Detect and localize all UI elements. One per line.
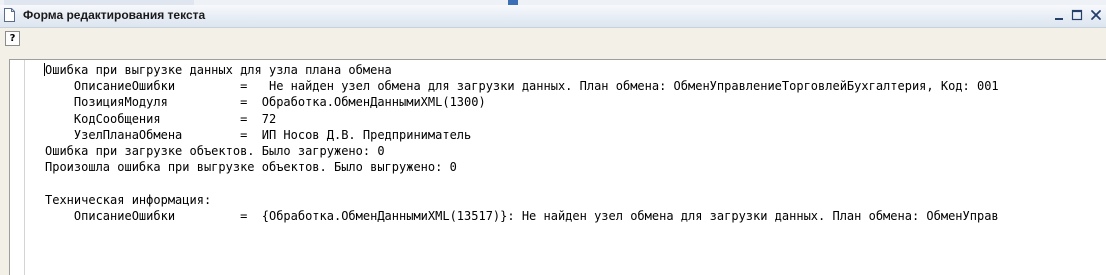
document-icon — [4, 8, 15, 22]
editor-gutter — [10, 60, 25, 275]
text-line: Произошла ошибка при выгрузке объектов. … — [45, 160, 457, 175]
text-line: КодСообщения = 72 — [45, 111, 277, 126]
text-line — [45, 175, 1106, 191]
text-editor[interactable]: Ошибка при выгрузке данных для узла план… — [9, 59, 1106, 275]
maximize-icon — [1071, 9, 1083, 21]
text-edit-window: Форма редактирования текста ? Ошибка при… — [0, 5, 1106, 275]
text-line: ОписаниеОшибки = {Обработка.ОбменДанными… — [45, 208, 999, 223]
text-line: Техническая информация: — [45, 192, 212, 207]
toolbar: ? — [0, 28, 1106, 52]
text-line: Ошибка при загрузке объектов. Было загру… — [45, 143, 385, 158]
close-icon — [1091, 10, 1101, 20]
close-button[interactable] — [1088, 7, 1104, 23]
minimize-icon — [1055, 18, 1063, 20]
editor-text-area[interactable]: Ошибка при выгрузке данных для узла план… — [45, 62, 1106, 224]
window-title: Форма редактирования текста — [23, 8, 206, 22]
text-line: Ошибка при выгрузке данных для узла план… — [45, 63, 392, 77]
text-line: ОписаниеОшибки = Не найден узел обмена д… — [45, 79, 999, 94]
maximize-button[interactable] — [1069, 7, 1085, 23]
text-line: УзелПланаОбмена = ИП Носов Д.В. Предприн… — [45, 127, 472, 142]
help-button[interactable]: ? — [5, 31, 20, 46]
minimize-button[interactable] — [1051, 7, 1067, 23]
title-bar: Форма редактирования текста — [0, 5, 1106, 28]
text-line: ПозицияМодуля = Обработка.ОбменДаннымиXM… — [45, 95, 486, 110]
